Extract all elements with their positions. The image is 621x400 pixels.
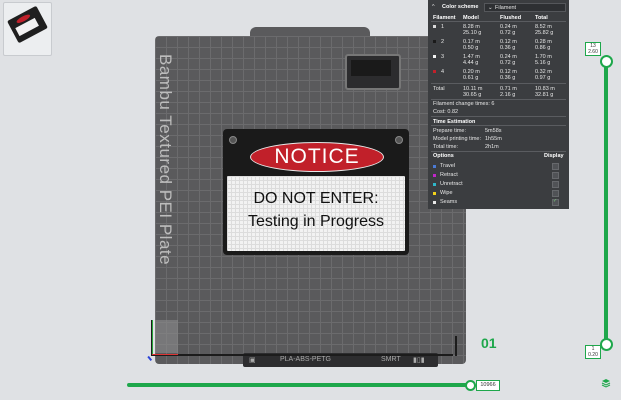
color-scheme-value: Filament (495, 5, 517, 11)
layer-slider-top-handle[interactable] (600, 55, 613, 68)
wipe-swatch (433, 192, 436, 195)
plate-footer-icon: ▣ (249, 357, 256, 364)
collapse-icon[interactable]: ^ (432, 4, 435, 10)
plate-cutout (345, 54, 401, 90)
filament-id: 4 (441, 69, 445, 75)
unretract-swatch (433, 183, 436, 186)
layer-slider-bottom-handle[interactable] (600, 338, 613, 351)
total-weight: 0.86 g (535, 45, 551, 51)
prepare-time-label: Prepare time: (433, 128, 467, 134)
option-label: Seams (440, 199, 458, 205)
filament-swatch-2 (433, 40, 436, 43)
model-weight: 0.61 g (463, 75, 479, 81)
layer-slider-bottom-label: 1 0.20 (585, 345, 601, 359)
sign-hole-left (229, 136, 237, 144)
unretract-display-checkbox[interactable] (552, 181, 559, 188)
filament-id: 2 (441, 39, 445, 45)
gcode-legend-panel: ^ Color scheme ⌄ Filament Filament Model… (428, 0, 569, 209)
seams-swatch (433, 201, 436, 204)
option-label: Wipe (440, 190, 453, 196)
model-weight: 4.44 g (463, 60, 479, 66)
total-weight: 5.16 g (535, 60, 551, 66)
filament-swatch-3 (433, 55, 436, 58)
total-weight: 0.97 g (535, 75, 551, 81)
total-time-value: 2h1m (485, 144, 499, 150)
sign-line-1: DO NOT ENTER: (253, 190, 379, 207)
move-slider-track[interactable] (127, 383, 470, 387)
bottom-layer-height: 0.20 (588, 352, 598, 358)
travel-display-checkbox[interactable] (552, 163, 559, 170)
total-model-weight: 30.65 g (463, 92, 482, 98)
plate-thumbnail[interactable] (3, 2, 52, 56)
total-label: Total (433, 86, 445, 92)
seams-display-checkbox[interactable] (552, 198, 559, 206)
total-flushed-weight: 2.16 g (500, 92, 516, 98)
chevron-down-icon: ⌄ (488, 5, 493, 11)
plate-edge-bottom (151, 354, 453, 356)
filament-id: 1 (441, 24, 445, 30)
plate-footer-right: SMRT (381, 356, 401, 363)
prepare-time-value: 5m58s (485, 128, 502, 134)
plate-type-label: Bambu Textured PEI Plate (156, 54, 175, 266)
notice-sign-model[interactable]: NOTICE DO NOT ENTER: Testing in Progress (223, 129, 409, 255)
filament-swatch-1 (433, 25, 436, 28)
filament-change-times: Filament change times: 6 (433, 101, 495, 107)
flushed-weight: 0.36 g (500, 75, 516, 81)
filament-id: 3 (441, 54, 445, 60)
sign-line-2: Testing in Progress (247, 213, 385, 230)
model-time-value: 1h55m (485, 136, 502, 142)
layer-slider-track[interactable] (604, 58, 608, 344)
color-scheme-select[interactable]: ⌄ Filament (484, 3, 566, 12)
model-weight: 0.50 g (463, 45, 479, 51)
thumbnail-preview-image (7, 5, 48, 44)
retract-swatch (433, 174, 436, 177)
flushed-weight: 0.36 g (500, 45, 516, 51)
plate-footer-text: PLA-ABS-PETG (280, 356, 331, 363)
move-slider-handle[interactable] (465, 380, 476, 391)
plate-footer-glyphs: ▮▯▮ (413, 357, 425, 364)
wipe-display-checkbox[interactable] (552, 190, 559, 197)
option-label: Retract (440, 172, 458, 178)
model-time-label: Model printing time: (433, 136, 481, 142)
sign-hole-right (395, 136, 403, 144)
plate-number[interactable]: 01 (481, 335, 497, 351)
total-time-label: Total time: (433, 144, 459, 150)
option-label: Travel (440, 163, 456, 169)
layer-slider-top-label: 13 2.60 (585, 42, 601, 56)
sign-header: NOTICE (250, 142, 384, 172)
option-label: Unretract (440, 181, 463, 187)
display-header: Display (544, 153, 564, 159)
model-weight: 25.10 g (463, 30, 482, 36)
grand-total-weight: 32.81 g (535, 92, 554, 98)
origin-marker (155, 320, 178, 353)
retract-display-checkbox[interactable] (552, 172, 559, 179)
sign-body: DO NOT ENTER: Testing in Progress (227, 176, 405, 251)
move-slider-value: 10966 (476, 380, 500, 391)
cost: Cost: 0.82 (433, 109, 459, 115)
filament-swatch-4 (433, 70, 436, 73)
options-header: Options (433, 153, 454, 159)
flushed-weight: 0.72 g (500, 30, 516, 36)
flushed-weight: 0.72 g (500, 60, 516, 66)
travel-swatch (433, 165, 436, 168)
layers-icon[interactable] (601, 378, 611, 388)
color-scheme-label: Color scheme (442, 4, 479, 10)
top-layer-height: 2.60 (588, 49, 598, 55)
plate-edge-right (455, 336, 457, 356)
y-axis-icon (152, 320, 153, 355)
total-weight: 25.82 g (535, 30, 554, 36)
